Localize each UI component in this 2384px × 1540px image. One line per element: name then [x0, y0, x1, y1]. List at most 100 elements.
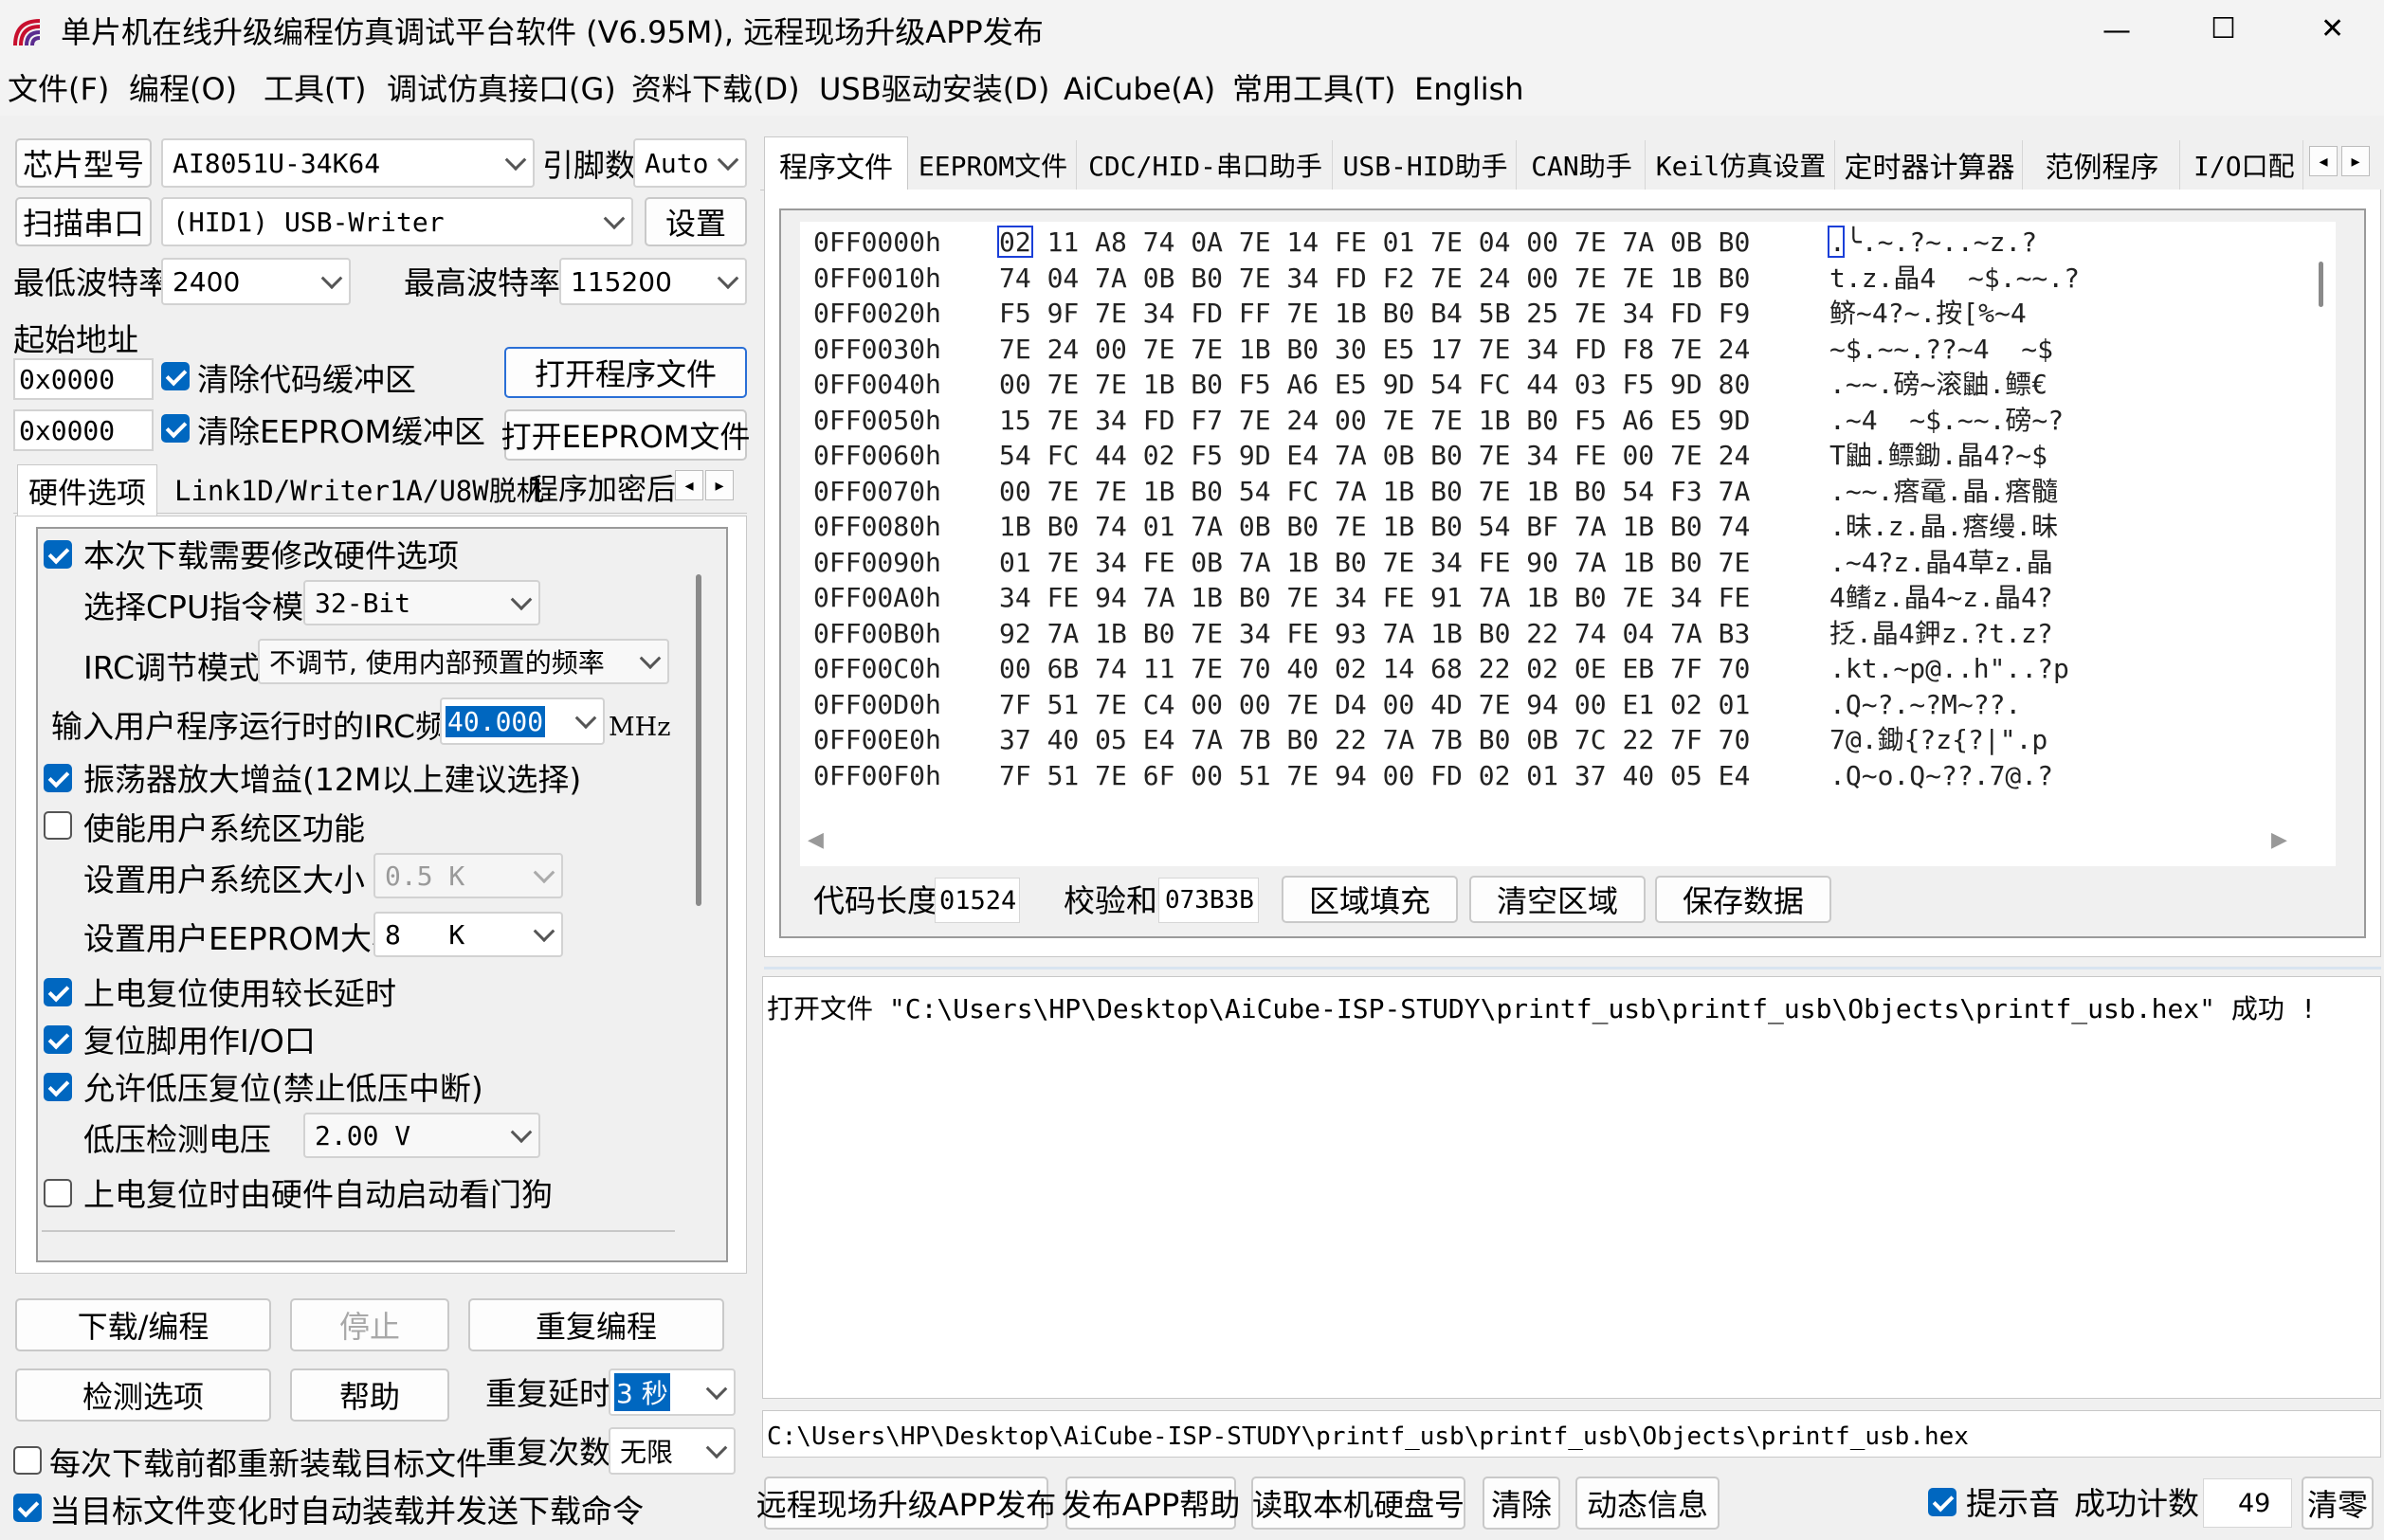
publish-app-help-button[interactable]: 发布APP帮助	[1062, 1477, 1240, 1530]
tab-usb-hid[interactable]: USB-HID助手	[1335, 140, 1517, 190]
reload-target-checkbox[interactable]	[13, 1446, 42, 1475]
chip-model-select[interactable]: AI8051U-34K64	[161, 138, 535, 188]
hex-row-ascii[interactable]: .kt.~p@..h"..?p	[1829, 656, 2069, 682]
port-select[interactable]: (HID1) USB-Writer	[161, 197, 633, 246]
long-delay-checkbox[interactable]	[44, 978, 72, 1006]
min-baud-select[interactable]: 2400	[161, 258, 351, 305]
max-baud-select[interactable]: 115200	[559, 258, 747, 305]
hex-row-bytes[interactable]: 00 7E 7E 1B B0 F5 A6 E5 9D 54 FC 44 03 F…	[999, 371, 1750, 398]
menu-aicube[interactable]: AiCube(A)	[1064, 74, 1215, 104]
reset-pin-io-checkbox[interactable]	[44, 1025, 72, 1054]
osc-gain-checkbox[interactable]	[44, 764, 72, 792]
hex-row-bytes[interactable]: 92 7A 1B B0 7E 34 FE 93 7A 1B B0 22 74 0…	[999, 620, 1750, 647]
clear-eeprom-buffer-checkbox[interactable]	[161, 414, 190, 443]
lvd-voltage-select[interactable]: 2.00 V	[303, 1113, 540, 1158]
left-tab-prev-icon[interactable]: ◂	[675, 470, 703, 500]
tab-eeprom-file[interactable]: EEPROM文件	[910, 140, 1077, 190]
hex-row-bytes[interactable]: 7E 24 00 7E 7E 1B B0 30 E5 17 7E 34 FD F…	[999, 335, 1750, 363]
user-system-size-select[interactable]: 0.5 K	[373, 853, 563, 898]
auto-send-checkbox[interactable]	[13, 1494, 42, 1522]
tab-offline-writer[interactable]: Link1D/Writer1A/U8W脱机	[174, 478, 544, 505]
hex-row-ascii[interactable]: ~$.~~.??~4 ~$	[1829, 335, 2053, 363]
tab-cdc-hid-serial[interactable]: CDC/HID-串口助手	[1079, 140, 1333, 190]
menu-common-tools[interactable]: 常用工具(T)	[1232, 74, 1396, 104]
clear-log-button[interactable]: 清除	[1483, 1477, 1560, 1530]
right-tab-prev-icon[interactable]: ◂	[2309, 146, 2338, 176]
scroll-right-icon[interactable]: ▶	[2271, 830, 2287, 851]
chip-model-button[interactable]: 芯片型号	[15, 138, 152, 188]
repeat-program-button[interactable]: 重复编程	[468, 1298, 724, 1351]
read-disk-id-button[interactable]: 读取本机硬盘号	[1251, 1477, 1465, 1530]
hex-row-bytes[interactable]: 74 04 7A 0B B0 7E 34 FD F2 7E 24 00 7E 7…	[999, 264, 1750, 292]
menu-tools[interactable]: 工具(T)	[264, 74, 367, 104]
hex-row-ascii[interactable]: 鲚~4?~.按[%~4	[1829, 300, 2027, 327]
hex-row-bytes[interactable]: 1B B0 74 01 7A 0B B0 7E 1B B0 54 BF 7A 1…	[999, 514, 1750, 540]
hex-row-bytes[interactable]: 7F 51 7E 6F 00 51 7E 94 00 FD 02 01 37 4…	[999, 762, 1750, 789]
hex-row-bytes[interactable]: 00 7E 7E 1B B0 54 FC 7A 1B B0 7E 1B B0 5…	[999, 478, 1750, 505]
hex-row-ascii[interactable]: t.z.晶4 ~$.~~.?	[1829, 264, 2080, 292]
repeat-count-select[interactable]: 无限	[609, 1427, 736, 1475]
hex-row-bytes[interactable]: 15 7E 34 FD F7 7E 24 00 7E 7E 1B B0 F5 A…	[999, 407, 1750, 434]
watchdog-checkbox[interactable]	[44, 1179, 72, 1207]
code-start-address-input[interactable]: 0x0000	[13, 358, 154, 400]
save-data-button[interactable]: 保存数据	[1655, 876, 1831, 923]
pins-select[interactable]: Auto	[633, 138, 747, 188]
publish-app-button[interactable]: 远程现场升级APP发布	[756, 1477, 1056, 1530]
hex-vertical-scrollbar[interactable]	[2319, 262, 2323, 307]
menu-program[interactable]: 编程(O)	[129, 74, 237, 104]
stop-button[interactable]: 停止	[290, 1298, 449, 1351]
hex-row-bytes[interactable]: 54 FC 44 02 F5 9D E4 7A 0B B0 7E 34 FE 0…	[999, 443, 1750, 469]
file-path-field[interactable]: C:\Users\HP\Desktop\AiCube-ISP-STUDY\pri…	[762, 1410, 2381, 1458]
panel-separator[interactable]	[764, 967, 2381, 969]
close-button[interactable]: ✕	[2320, 15, 2344, 44]
eeprom-start-address-input[interactable]: 0x0000	[13, 409, 154, 451]
user-system-area-checkbox[interactable]	[44, 811, 72, 840]
hex-row-ascii[interactable]: .昧.z.晶.瘩缦.昧	[1829, 514, 2058, 540]
hex-row-bytes[interactable]: F5 9F 7E 34 FD FF 7E 1B B0 B4 5B 25 7E 3…	[999, 300, 1750, 327]
scroll-left-icon[interactable]: ◀	[808, 830, 824, 851]
hex-row-bytes[interactable]: 34 FE 94 7A 1B B0 7E 34 FE 91 7A 1B B0 7…	[999, 585, 1750, 611]
hex-row-ascii[interactable]: 抸.晶4鉀z.?t.z?	[1829, 620, 2053, 647]
menu-english[interactable]: English	[1414, 74, 1524, 104]
dynamic-info-button[interactable]: 动态信息	[1575, 1477, 1720, 1530]
hex-row-ascii[interactable]: .Q~?.~?M~??.	[1829, 691, 2021, 718]
clear-code-buffer-checkbox[interactable]	[161, 362, 190, 390]
irc-frequency-select[interactable]: 40.000	[440, 698, 605, 745]
cpu-mode-select[interactable]: 32-Bit	[303, 580, 540, 625]
tab-encryption[interactable]: 程序加密后	[529, 476, 676, 505]
hex-row-ascii[interactable]: .~4 ~$.~~.磅~?	[1829, 407, 2064, 434]
menu-file[interactable]: 文件(F)	[8, 74, 109, 104]
left-tab-next-icon[interactable]: ▸	[705, 470, 734, 500]
maximize-button[interactable]: ☐	[2211, 15, 2236, 44]
low-voltage-reset-checkbox[interactable]	[44, 1073, 72, 1101]
scan-port-button[interactable]: 扫描串口	[15, 197, 152, 246]
menu-download[interactable]: 资料下载(D)	[631, 74, 800, 104]
download-program-button[interactable]: 下载/编程	[15, 1298, 271, 1351]
tab-keil-debug[interactable]: Keil仿真设置	[1647, 140, 1835, 190]
hex-row-ascii[interactable]: T鼬.鳔鋤.晶4?~$	[1829, 443, 2047, 469]
settings-button[interactable]: 设置	[645, 197, 747, 246]
hex-row-bytes[interactable]: 37 40 05 E4 7A 7B B0 22 7A 7B B0 0B 7C 2…	[999, 727, 1750, 753]
hex-row-ascii[interactable]: .~~.瘩鼋.晶.瘩髓	[1829, 478, 2058, 505]
right-tab-next-icon[interactable]: ▸	[2341, 146, 2370, 176]
tab-examples[interactable]: 范例程序	[2025, 140, 2180, 190]
hex-row-ascii[interactable]: .╰.~.?~..~z.?	[1829, 229, 2037, 256]
tab-timer-calculator[interactable]: 定时器计算器	[1837, 140, 2023, 190]
hex-row-ascii[interactable]: .Q~o.Q~??.7@.?	[1829, 762, 2053, 789]
eeprom-size-select[interactable]: 8 K	[373, 912, 563, 957]
hex-row-bytes[interactable]: 02 11 A8 74 0A 7E 14 FE 01 7E 04 00 7E 7…	[999, 229, 1750, 256]
hex-row-ascii[interactable]: .~~.磅~滚鼬.鳔€	[1829, 371, 2047, 398]
hardware-options-scrollbar[interactable]	[696, 574, 701, 906]
log-output[interactable]: 打开文件 "C:\Users\HP\Desktop\AiCube-ISP-STU…	[762, 976, 2381, 1399]
hex-row-ascii[interactable]: 4鳍z.晶4~z.晶4?	[1829, 585, 2053, 611]
hex-row-bytes[interactable]: 00 6B 74 11 7E 70 40 02 14 68 22 02 0E E…	[999, 656, 1750, 682]
tab-can[interactable]: CAN助手	[1519, 140, 1646, 190]
minimize-button[interactable]: —	[2102, 17, 2131, 45]
tab-program-file[interactable]: 程序文件	[764, 136, 908, 191]
tab-io-config[interactable]: I/O口配	[2182, 140, 2303, 190]
hex-row-bytes[interactable]: 01 7E 34 FE 0B 7A 1B B0 7E 34 FE 90 7A 1…	[999, 549, 1750, 576]
check-options-button[interactable]: 检测选项	[15, 1368, 271, 1422]
menu-debug[interactable]: 调试仿真接口(G)	[387, 74, 616, 104]
help-button[interactable]: 帮助	[290, 1368, 449, 1422]
repeat-delay-select[interactable]: 3 秒	[609, 1368, 736, 1416]
